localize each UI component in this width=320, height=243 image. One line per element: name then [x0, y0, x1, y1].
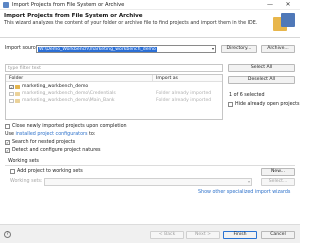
row-import-as: Folder already imported [156, 91, 212, 96]
projects-table: Folder Import as ✓ marketing_workbench_d… [5, 74, 223, 120]
wizard-body: Import source: W:\Demo_Workbench\marketi… [0, 39, 300, 224]
search-nested-label: Search for nested projects [12, 140, 76, 145]
table-header: Folder Import as [6, 75, 222, 82]
show-other-wizards-link[interactable]: Show other specialized import wizards [198, 190, 290, 195]
deselect-all-button[interactable]: Deselect All [228, 76, 295, 84]
search-nested-checkbox[interactable]: ✓ [5, 140, 10, 145]
close-button[interactable]: ✕ [282, 1, 294, 9]
table-row[interactable]: ✓ marketing_workbench_demo [6, 84, 222, 90]
folder-icon [15, 84, 20, 89]
hide-open-projects-label: Hide already open projects [235, 102, 300, 107]
import-banner-icon [273, 13, 295, 33]
chevron-down-icon: ▾ [247, 179, 250, 184]
add-to-working-sets-checkbox[interactable] [10, 169, 15, 174]
select-working-sets-button[interactable]: Select... [261, 178, 295, 186]
window-title: Import Projects from File System or Arch… [12, 2, 125, 8]
minimize-button[interactable]: — [264, 1, 276, 9]
wizard-footer: ? < Back Next > Finish Cancel [0, 224, 300, 243]
table-row[interactable]: marketing_workbench_demo\Credentials Fol… [6, 91, 222, 97]
close-newly-imported-checkbox[interactable] [5, 124, 10, 129]
table-row[interactable]: marketing_workbench_demo\Main_Bank Folde… [6, 98, 222, 104]
detect-configure-checkbox[interactable]: ✓ [5, 148, 10, 153]
filter-input[interactable]: type filter text [5, 64, 223, 72]
wizard-title: Import Projects from File System or Arch… [4, 13, 143, 19]
column-header-import-as[interactable]: Import as [156, 76, 178, 81]
cancel-button[interactable]: Cancel [261, 231, 295, 239]
working-sets-combo[interactable]: ▾ [44, 178, 252, 186]
row-checkbox[interactable]: ✓ [9, 84, 14, 89]
row-checkbox[interactable] [9, 91, 14, 96]
app-icon [3, 2, 9, 8]
filter-placeholder: type filter text [8, 66, 41, 71]
row-folder-name: marketing_workbench_demo [22, 84, 89, 89]
selected-count: 1 of 6 selected [229, 93, 265, 98]
select-all-button[interactable]: Select All [228, 64, 295, 72]
close-newly-imported-label: Close newly imported projects upon compl… [12, 124, 127, 129]
back-button[interactable]: < Back [150, 231, 184, 239]
installed-configurators-link[interactable]: installed project configurators [16, 132, 88, 137]
working-sets-group-label: Working sets [8, 159, 39, 164]
row-folder-name: marketing_workbench_demo\Credentials [22, 91, 116, 96]
import-source-value: W:\Demo_Workbench\marketing_workbench_de… [38, 47, 157, 52]
folder-icon [15, 98, 20, 103]
folder-icon [15, 91, 20, 96]
wizard-description: This wizard analyzes the content of your… [4, 21, 258, 26]
title-bar: Import Projects from File System or Arch… [0, 0, 300, 10]
wizard-header: Import Projects from File System or Arch… [0, 10, 300, 38]
archive-button[interactable]: Archive... [261, 45, 295, 53]
chevron-down-icon[interactable]: ▾ [212, 46, 214, 52]
row-import-as: Folder already imported [156, 98, 212, 103]
directory-button[interactable]: Directory... [221, 45, 257, 53]
new-working-set-button[interactable]: New... [261, 168, 295, 176]
column-header-folder[interactable]: Folder [9, 76, 23, 81]
detect-configure-label: Detect and configure project natures [12, 148, 101, 153]
use-prefix: Use [5, 132, 16, 137]
import-source-label: Import source: [5, 46, 40, 51]
group-divider [5, 165, 295, 166]
add-to-working-sets-label: Add project to working sets [17, 169, 83, 174]
next-button[interactable]: Next > [186, 231, 220, 239]
row-checkbox[interactable] [9, 98, 14, 103]
row-folder-name: marketing_workbench_demo\Main_Bank [22, 98, 115, 103]
hide-open-projects-checkbox[interactable] [228, 102, 233, 107]
import-source-combo[interactable]: W:\Demo_Workbench\marketing_workbench_de… [36, 45, 216, 53]
finish-button[interactable]: Finish [223, 231, 257, 239]
working-sets-label: Working sets: [10, 179, 43, 184]
use-configurators-text: Use installed project configurators to: [5, 132, 95, 137]
use-suffix: to: [87, 132, 96, 137]
help-icon[interactable]: ? [4, 231, 11, 238]
